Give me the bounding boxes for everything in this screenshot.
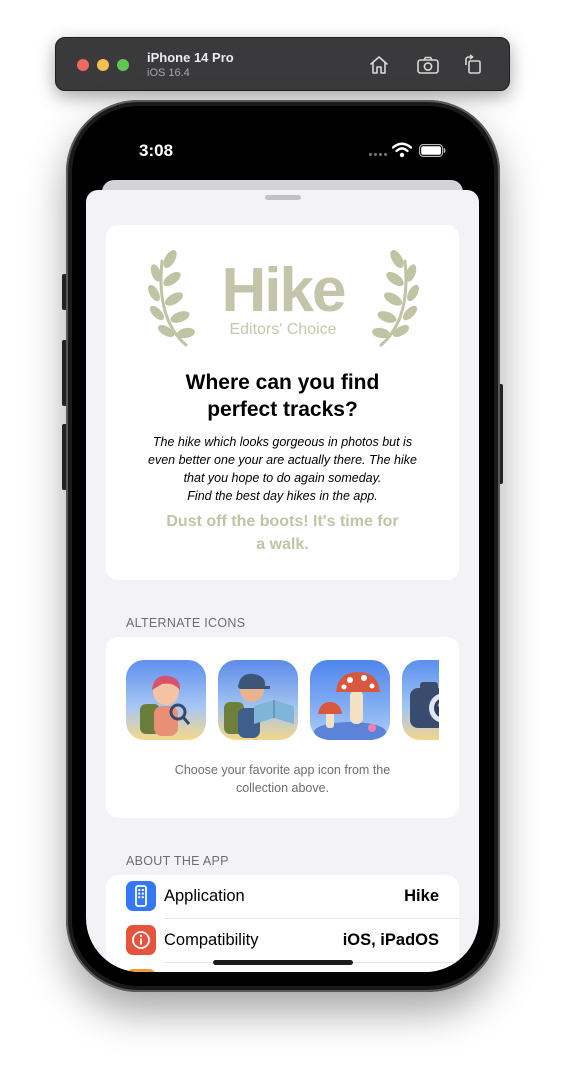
battery-icon [419,144,446,157]
laurel-right-icon [372,249,419,347]
screenshot-icon[interactable] [415,52,441,78]
icon-carousel[interactable] [126,660,439,740]
hero-title-line: perfect tracks? [207,398,358,421]
icons-caption-line: Choose your favorite app icon from the [174,763,391,777]
logo-title: Hike [221,256,347,325]
about-header: ABOUT THE APP [126,854,229,868]
hero-description-line: even better one your are actually there.… [148,453,417,467]
device-name: iPhone 14 Pro [147,50,234,65]
hero-description-line: that you hope to do again someday. [183,471,382,485]
hero-description-line: Find the best day hikes in the app. [187,489,378,503]
icons-caption-line: collection above. [235,781,330,795]
about-row-application: Application Hike [106,875,459,919]
rotate-icon[interactable] [460,52,486,78]
laurel-left-icon [148,249,195,347]
row-icon [126,969,156,972]
about-row-compatibility: Compatibility iOS, iPadOS [106,919,459,963]
alternate-icons-header: ALTERNATE ICONS [126,616,246,630]
hero-card: Hike Editors' Choice Where can you find … [106,225,459,580]
row-label: Compatibility [164,931,259,949]
simulator-toolbar: iPhone 14 Pro iOS 16.4 [55,37,510,91]
hero-title: Where can you find perfect tracks? [126,369,439,423]
os-version: iOS 16.4 [147,67,190,79]
hero-description-line: The hike which looks gorgeous in photos … [152,435,413,449]
logo-subtitle: Editors' Choice [229,321,337,338]
hero-call-to-action: Dust off the boots! It's time for a walk… [136,510,429,556]
camera-icon[interactable] [402,660,439,740]
status-time: 3:08 [139,141,174,160]
minimize-window-button[interactable] [97,59,109,71]
sheet-grabber[interactable] [265,195,301,200]
about-card: Application Hike Compatibility iOS, iPad… [106,875,459,972]
hero-title-line: Where can you find [185,371,380,394]
home-icon[interactable] [366,52,392,78]
hiker-map-icon[interactable] [218,660,298,740]
row-value: Hike [404,887,439,905]
wifi-icon [392,142,412,158]
hiker-magnifier-icon[interactable] [126,660,206,740]
apps-iphone-icon [126,881,156,911]
home-indicator[interactable] [213,960,353,965]
hero-cta-line: Dust off the boots! It's time for [166,513,399,530]
settings-sheet[interactable]: Hike Editors' Choice Where can you find … [86,190,479,972]
hero-description: The hike which looks gorgeous in photos … [128,433,437,505]
zoom-window-button[interactable] [117,59,129,71]
mushroom-icon[interactable] [310,660,390,740]
close-window-button[interactable] [77,59,89,71]
row-label: Application [164,887,245,905]
info-circle-icon [126,925,156,955]
device-screen: 3:08 Hike Editors' Choice Where can you … [86,120,479,972]
icons-caption: Choose your favorite app icon from the c… [146,761,419,797]
row-value: iOS, iPadOS [342,931,439,949]
hero-cta-line: a walk. [256,536,309,553]
alternate-icons-card: Choose your favorite app icon from the c… [106,637,459,818]
signal-icon [369,153,387,156]
